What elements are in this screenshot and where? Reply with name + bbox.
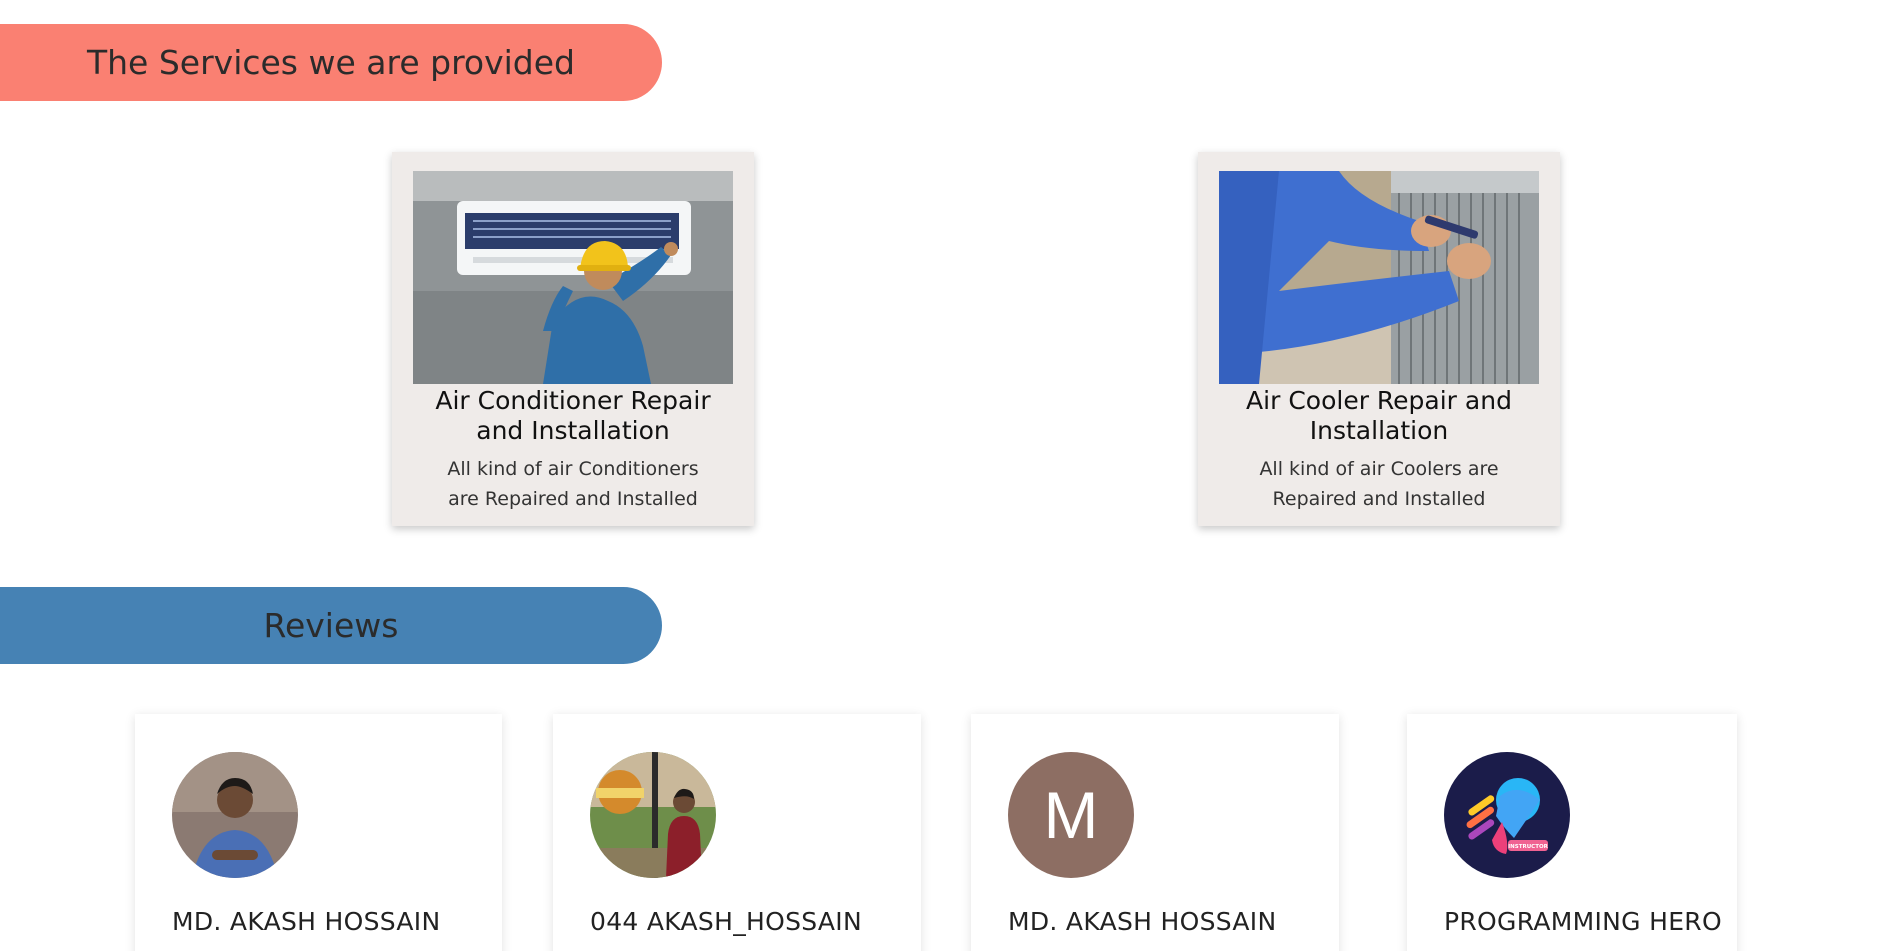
reviewer-name: PROGRAMMING HERO [1444, 907, 1722, 936]
air-conditioner-service-image [413, 171, 733, 384]
services-heading: The Services we are provided [0, 24, 662, 101]
review-card: M MD. AKASH HOSSAIN [971, 714, 1339, 951]
review-card: MD. AKASH HOSSAIN [135, 714, 502, 951]
review-card: INSTRUCTOR PROGRAMMING HERO [1407, 714, 1737, 951]
service-card-air-cooler[interactable]: Air Cooler Repair and Installation All k… [1198, 152, 1560, 526]
service-description: All kind of air Conditioners are Repaire… [447, 458, 699, 510]
reviewer-letter-avatar: M [1008, 752, 1134, 878]
service-title: Air Conditioner Repair and Installation [435, 386, 711, 445]
service-title: Air Cooler Repair and Installation [1246, 386, 1512, 445]
programming-hero-logo-avatar: INSTRUCTOR [1444, 752, 1570, 878]
page: The Services we are provided Air Conditi… [0, 0, 1892, 951]
service-description: All kind of air Coolers are Repaired and… [1259, 458, 1499, 510]
reviewer-name: 044 AKASH_HOSSAIN [590, 907, 862, 936]
reviewer-name: MD. AKASH HOSSAIN [172, 907, 441, 936]
review-card: 044 AKASH_HOSSAIN [553, 714, 921, 951]
reviewer-name: MD. AKASH HOSSAIN [1008, 907, 1277, 936]
instructor-badge: INSTRUCTOR [1508, 844, 1549, 850]
air-cooler-service-image [1219, 171, 1539, 384]
reviewer-avatar [590, 752, 716, 878]
service-card-air-conditioner[interactable]: Air Conditioner Repair and Installation … [392, 152, 754, 526]
reviews-heading: Reviews [0, 587, 662, 664]
reviewer-avatar [172, 752, 298, 878]
